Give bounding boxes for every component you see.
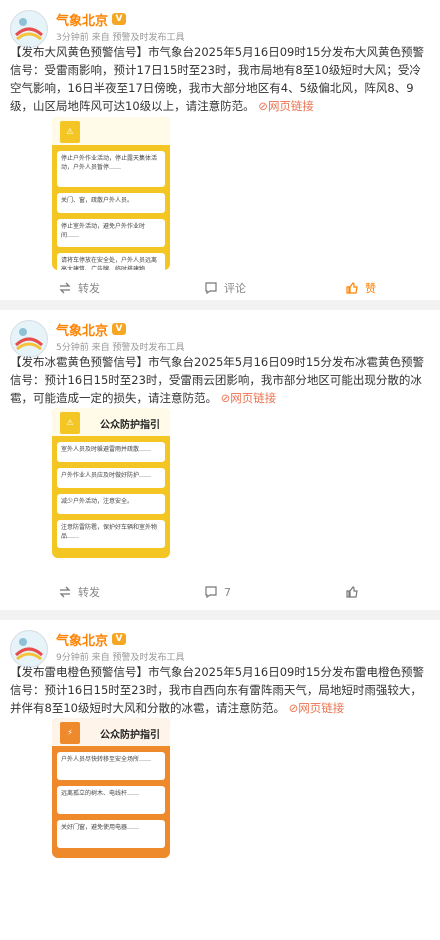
poster-tip: 注意防雷防雹，保护好车辆和室外物品…… xyxy=(57,520,165,548)
action-bar: 转发 评论 赞 xyxy=(0,276,440,300)
poster-tip: 户外人员尽快转移至安全场所…… xyxy=(57,752,165,780)
post-image[interactable]: ⚡ 公众防护指引 户外人员尽快转移至安全场所…… 远离孤立的树木、电线杆…… 关… xyxy=(52,718,170,858)
avatar-icon xyxy=(11,11,47,47)
poster-tip: 远离孤立的树木、电线杆…… xyxy=(57,786,165,814)
thumbs-up-icon xyxy=(346,586,358,598)
poster-tip: 室外人员及时躲避雷雨并疏散…… xyxy=(57,442,165,462)
warning-badge-icon: ⚠ xyxy=(60,121,80,143)
post-time: 9分钟前 xyxy=(56,653,89,663)
verified-badge-icon: V xyxy=(112,323,127,335)
web-link[interactable]: ⊘网页链接 xyxy=(289,701,345,715)
verified-badge-icon: V xyxy=(112,13,127,25)
repost-icon xyxy=(59,282,71,294)
poster-tip: 户外作业人员应及时做好防护…… xyxy=(57,468,165,488)
like-button[interactable] xyxy=(345,585,365,599)
repost-icon xyxy=(59,586,71,598)
comment-count: 7 xyxy=(224,585,231,599)
verified-badge-icon: V xyxy=(112,633,127,645)
like-button[interactable]: 赞 xyxy=(345,280,376,296)
post-body: 【发布雷电橙色预警信号】市气象台2025年5月16日09时15分发布雷电橙色预警… xyxy=(10,665,424,715)
weibo-feed: 气象北京 V 3分钟前 来自 预警及时发布工具 【发布大风黄色预警信号】市气象台… xyxy=(0,0,440,940)
thumbs-up-icon xyxy=(346,282,358,294)
comment-button[interactable]: 评论 xyxy=(204,280,246,296)
avatar-icon xyxy=(11,321,47,357)
comment-icon xyxy=(205,282,217,295)
avatar-icon xyxy=(11,631,47,667)
post-card: 气象北京 V 5分钟前 来自 预警及时发布工具 【发布冰雹黄色预警信号】市气象台… xyxy=(0,310,440,610)
lightning-badge-icon: ⚡ xyxy=(60,722,80,744)
account-name[interactable]: 气象北京 xyxy=(56,630,108,649)
poster-tip: 停止户外作业活动，停止露天集体活动，户外人员暂停…… xyxy=(57,151,165,187)
repost-button[interactable]: 转发 xyxy=(58,280,100,296)
action-bar: 转发 7 xyxy=(0,580,440,604)
post-source: 来自 预警及时发布工具 xyxy=(91,343,185,353)
comment-icon xyxy=(205,586,217,599)
poster-tip: 减少户外活动，注意安全。 xyxy=(57,494,165,514)
poster-tip: 关门、窗，疏散户外人员。 xyxy=(57,193,165,213)
account-name[interactable]: 气象北京 xyxy=(56,320,108,339)
post-card: 气象北京 V 9分钟前 来自 预警及时发布工具 【发布雷电橙色预警信号】市气象台… xyxy=(0,620,440,940)
comment-button[interactable]: 7 xyxy=(204,585,231,599)
poster-header: ⚠ 公众防护指引 xyxy=(52,408,170,436)
post-text: 【发布大风黄色预警信号】市气象台2025年5月16日09时15分发布大风黄色预警… xyxy=(10,43,428,115)
post-source: 来自 预警及时发布工具 xyxy=(91,653,185,663)
web-link[interactable]: ⊘网页链接 xyxy=(221,391,277,405)
post-text: 【发布雷电橙色预警信号】市气象台2025年5月16日09时15分发布雷电橙色预警… xyxy=(10,663,428,717)
poster-tip: 停止室外活动，避免户外作业时间…… xyxy=(57,219,165,247)
post-body: 【发布冰雹黄色预警信号】市气象台2025年5月16日09时15分发布冰雹黄色预警… xyxy=(10,355,424,405)
post-body: 【发布大风黄色预警信号】市气象台2025年5月16日09时15分发布大风黄色预警… xyxy=(10,45,424,113)
post-source: 来自 预警及时发布工具 xyxy=(91,33,185,43)
poster-tip: 请将车停放在安全处，户外人员远离高大建筑、广告牌、临时搭建物…… xyxy=(57,253,165,270)
repost-button[interactable]: 转发 xyxy=(58,584,100,600)
poster-header: ⚡ 公众防护指引 xyxy=(52,718,170,746)
post-image[interactable]: ⚠ 公众防护指引 室外人员及时躲避雷雨并疏散…… 户外作业人员应及时做好防护……… xyxy=(52,408,170,558)
poster-title: 公众防护指引 xyxy=(100,730,160,741)
post-time: 3分钟前 xyxy=(56,33,89,43)
post-image[interactable]: ⚠ 停止户外作业活动，停止露天集体活动，户外人员暂停…… 关门、窗，疏散户外人员… xyxy=(52,117,170,270)
account-name[interactable]: 气象北京 xyxy=(56,10,108,29)
web-link[interactable]: ⊘网页链接 xyxy=(258,99,314,113)
warning-badge-icon: ⚠ xyxy=(60,412,80,434)
post-text: 【发布冰雹黄色预警信号】市气象台2025年5月16日09时15分发布冰雹黄色预警… xyxy=(10,353,428,407)
poster-header: ⚠ xyxy=(52,117,170,145)
post-card: 气象北京 V 3分钟前 来自 预警及时发布工具 【发布大风黄色预警信号】市气象台… xyxy=(0,0,440,300)
poster-title: 公众防护指引 xyxy=(100,420,160,431)
post-time: 5分钟前 xyxy=(56,343,89,353)
